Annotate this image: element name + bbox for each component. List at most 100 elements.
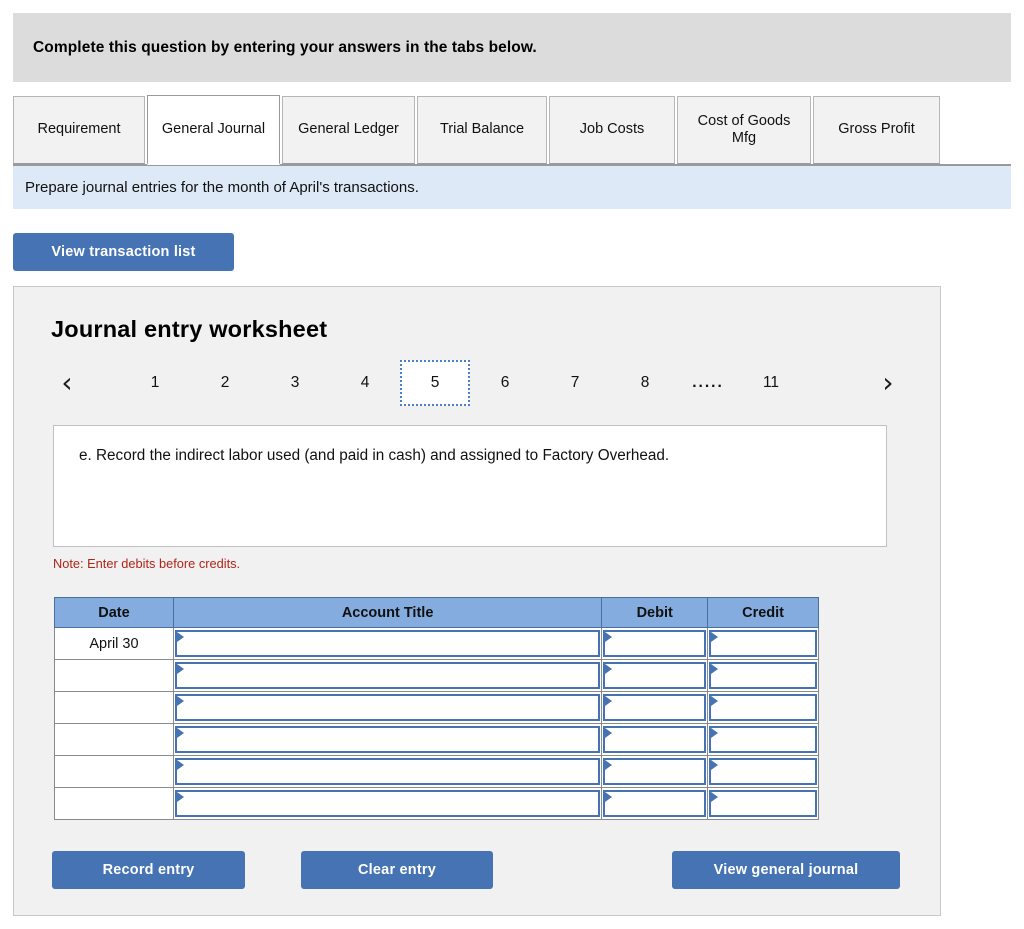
tab-trial-balance-label: Trial Balance [439, 121, 525, 138]
debit-input-6[interactable] [614, 792, 704, 815]
column-header-account-title: Account Title [172, 597, 603, 628]
account-title-input-5[interactable] [185, 760, 598, 783]
date-cell[interactable] [54, 755, 174, 788]
worksheet-pagination: ‹ 1 2 3 4 5 6 7 8 ..... 11 › [50, 360, 905, 406]
credit-input-2[interactable] [720, 664, 814, 687]
account-title-cell[interactable] [172, 627, 603, 660]
credit-cell[interactable] [707, 723, 819, 756]
pagination-page-2[interactable]: 2 [190, 360, 260, 406]
credit-input-wrap [709, 630, 817, 657]
pagination-page-3[interactable]: 3 [260, 360, 330, 406]
date-cell[interactable] [54, 659, 174, 692]
credit-cell[interactable] [707, 755, 819, 788]
account-title-input-6[interactable] [185, 792, 598, 815]
credit-cell[interactable] [707, 627, 819, 660]
credit-input-6[interactable] [720, 792, 814, 815]
account-title-cell[interactable] [172, 691, 603, 724]
tab-requirement-label: Requirement [37, 121, 121, 138]
credit-input-5[interactable] [720, 760, 814, 783]
date-cell[interactable] [54, 787, 174, 820]
column-header-debit: Debit [601, 597, 709, 628]
requirement-banner: Prepare journal entries for the month of… [13, 166, 1011, 209]
date-cell: April 30 [54, 627, 174, 660]
date-cell[interactable] [54, 691, 174, 724]
tab-general-journal[interactable]: General Journal [147, 95, 280, 165]
worksheet-title: Journal entry worksheet [51, 316, 328, 342]
account-title-cell[interactable] [172, 659, 603, 692]
view-general-journal-button[interactable]: View general journal [672, 851, 900, 889]
debit-cell[interactable] [601, 787, 709, 820]
journal-entry-table: Date Account Title Debit Credit April 30 [54, 597, 819, 820]
chevron-right-icon[interactable]: › [871, 360, 905, 406]
debit-input-5[interactable] [614, 760, 704, 783]
pagination-page-4[interactable]: 4 [330, 360, 400, 406]
tab-general-ledger[interactable]: General Ledger [282, 96, 415, 164]
debit-input-wrap [603, 662, 707, 689]
account-title-input-3[interactable] [185, 696, 598, 719]
account-title-input-1[interactable] [185, 632, 598, 655]
record-entry-button[interactable]: Record entry [52, 851, 245, 889]
debit-cell[interactable] [601, 691, 709, 724]
debit-cell[interactable] [601, 659, 709, 692]
tab-gross-profit[interactable]: Gross Profit [813, 96, 940, 164]
debit-input-2[interactable] [614, 664, 704, 687]
debit-cell[interactable] [601, 755, 709, 788]
table-row [54, 787, 819, 820]
tab-cost-of-goods-mfg[interactable]: Cost of Goods Mfg [677, 96, 811, 164]
debit-input-3[interactable] [614, 696, 704, 719]
tab-trial-balance[interactable]: Trial Balance [417, 96, 547, 164]
column-header-credit: Credit [707, 597, 819, 628]
credit-input-1[interactable] [720, 632, 814, 655]
date-cell[interactable] [54, 723, 174, 756]
debit-cell[interactable] [601, 627, 709, 660]
pagination-page-8[interactable]: 8 [610, 360, 680, 406]
chevron-left-icon[interactable]: ‹ [50, 360, 84, 406]
tab-job-costs-label: Job Costs [579, 121, 645, 138]
debit-input-1[interactable] [614, 632, 704, 655]
tab-general-journal-label: General Journal [161, 120, 266, 137]
tab-requirement[interactable]: Requirement [13, 96, 145, 164]
account-title-input-wrap [174, 726, 601, 753]
credit-input-4[interactable] [720, 728, 814, 751]
table-row [54, 691, 819, 724]
tab-general-ledger-label: General Ledger [298, 121, 399, 138]
credit-cell[interactable] [707, 659, 819, 692]
tab-strip: Requirement General Journal General Ledg… [13, 95, 1011, 166]
debits-before-credits-note: Note: Enter debits before credits. [53, 556, 241, 571]
view-transaction-list-button[interactable]: View transaction list [13, 233, 234, 271]
credit-input-wrap [709, 758, 817, 785]
debit-input-wrap [603, 790, 707, 817]
pagination-page-7[interactable]: 7 [540, 360, 610, 406]
account-title-input-wrap [174, 790, 601, 817]
debit-input-wrap [603, 694, 707, 721]
account-title-input-wrap [174, 630, 601, 657]
question-instruction-text: Complete this question by entering your … [33, 38, 537, 56]
credit-cell[interactable] [707, 787, 819, 820]
account-title-input-wrap [174, 694, 601, 721]
debit-cell[interactable] [601, 723, 709, 756]
pagination-page-11[interactable]: 11 [736, 360, 806, 406]
pagination-ellipsis: ..... [692, 374, 724, 391]
pagination-page-6[interactable]: 6 [470, 360, 540, 406]
debit-input-wrap [603, 630, 707, 657]
question-page: Complete this question by entering your … [0, 0, 1024, 929]
question-instruction-band: Complete this question by entering your … [13, 13, 1011, 82]
account-title-input-4[interactable] [185, 728, 598, 751]
debit-input-wrap [603, 726, 707, 753]
debit-input-4[interactable] [614, 728, 704, 751]
credit-input-3[interactable] [720, 696, 814, 719]
tab-job-costs[interactable]: Job Costs [549, 96, 675, 164]
account-title-input-2[interactable] [185, 664, 598, 687]
pagination-page-1[interactable]: 1 [120, 360, 190, 406]
credit-input-wrap [709, 790, 817, 817]
journal-entry-worksheet-panel: Journal entry worksheet ‹ 1 2 3 4 5 6 7 … [13, 286, 941, 916]
tab-gross-profit-label: Gross Profit [838, 121, 915, 138]
pagination-page-5-active[interactable]: 5 [400, 360, 470, 406]
clear-entry-button[interactable]: Clear entry [301, 851, 493, 889]
credit-cell[interactable] [707, 691, 819, 724]
account-title-cell[interactable] [172, 723, 603, 756]
account-title-cell[interactable] [172, 755, 603, 788]
account-title-cell[interactable] [172, 787, 603, 820]
table-row [54, 723, 819, 756]
pagination-number-list: 1 2 3 4 5 6 7 8 ..... 11 [120, 360, 806, 406]
